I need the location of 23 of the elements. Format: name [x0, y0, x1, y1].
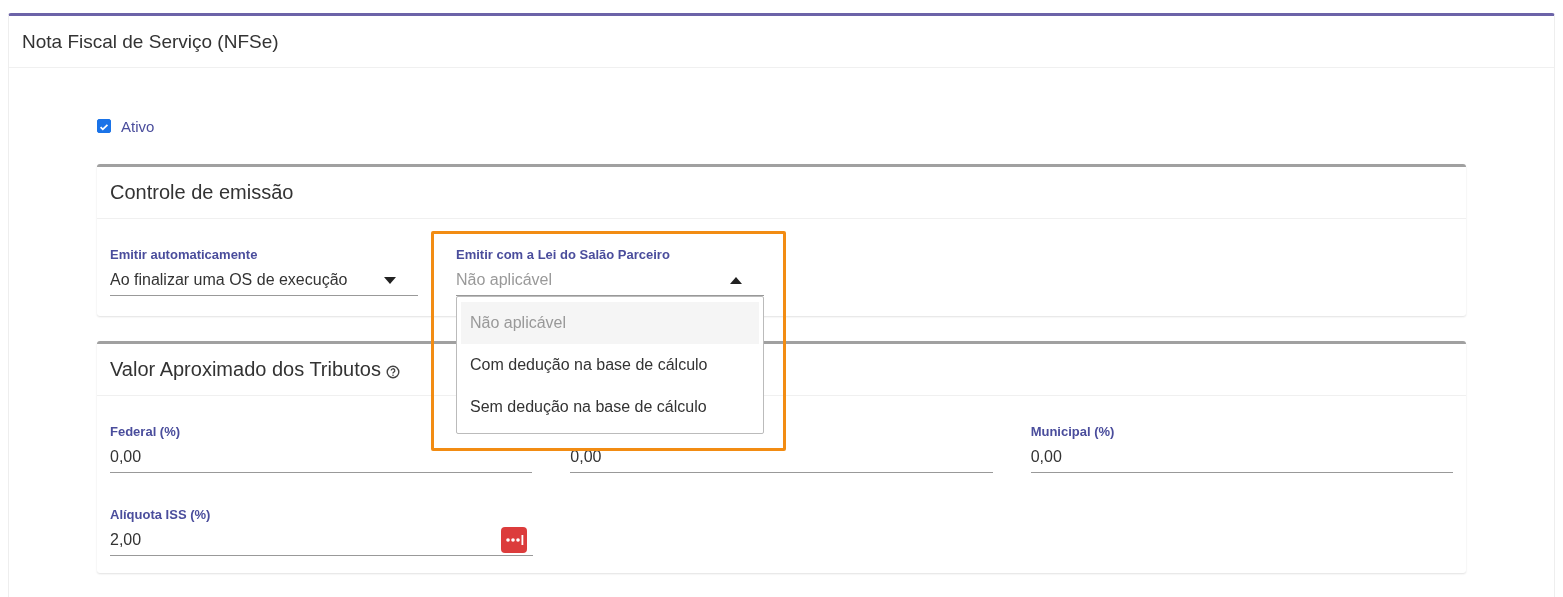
field-value: 0,00	[1030, 448, 1062, 466]
password-manager-icon[interactable]	[501, 527, 527, 553]
field-label: Emitir automaticamente	[110, 247, 259, 264]
checkbox-label: Ativo	[121, 117, 155, 135]
checkbox[interactable]	[97, 119, 111, 133]
input-field[interactable]: Alíquota ISS (%) 2,00	[110, 507, 533, 556]
caret-icon	[730, 276, 742, 284]
caret-icon	[384, 276, 396, 284]
field-label: Municipal (%)	[1030, 424, 1116, 441]
field-label: Federal (%)	[110, 424, 182, 441]
field-value: Ao finalizar uma OS de execução	[110, 271, 348, 289]
help-icon[interactable]	[385, 364, 400, 379]
section-title: Controle de emissão	[110, 181, 294, 204]
card-title: Nota Fiscal de Serviço (NFSe)	[22, 30, 279, 53]
section-title: Valor Aproximado dos Tributos	[110, 358, 381, 381]
input-field[interactable]: Municipal (%) 0,00	[1030, 424, 1453, 473]
dropdown-option[interactable]: Com dedução na base de cálculo	[461, 344, 759, 386]
field-label: Alíquota ISS (%)	[110, 507, 212, 524]
select-field[interactable]: Emitir automaticamente Ao finalizar uma OS de execução	[110, 247, 418, 296]
placeholder-text: Não aplicável	[456, 271, 553, 289]
field-value: 0,00	[110, 448, 142, 466]
field-label: Emitir com a Lei do Salão Parceiro	[456, 247, 671, 264]
field-value: 2,00	[110, 531, 142, 549]
